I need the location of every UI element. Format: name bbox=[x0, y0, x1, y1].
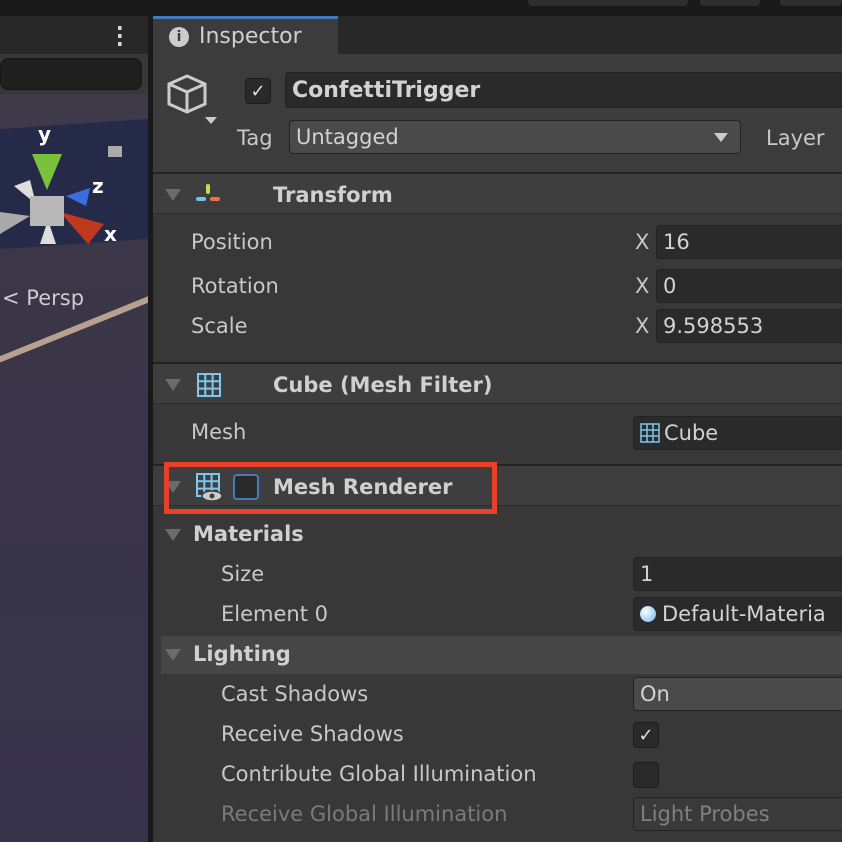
collapse-triangle-icon[interactable] bbox=[165, 189, 181, 201]
inspector-panel: i Inspector ✓ ConfettiTrigger Tag Untagg… bbox=[153, 16, 842, 842]
receive-gi-label: Receive Global Illumination bbox=[221, 802, 508, 826]
element-0-field[interactable]: Default-Materia bbox=[633, 597, 842, 631]
transform-icon bbox=[196, 184, 220, 201]
neg-z-cone bbox=[0, 212, 30, 234]
materials-title: Materials bbox=[193, 522, 304, 546]
contribute-gi-checkbox[interactable] bbox=[633, 762, 659, 788]
element-0-value: Default-Materia bbox=[662, 602, 826, 626]
collapse-triangle-icon[interactable] bbox=[165, 529, 181, 541]
gizmo-cube bbox=[30, 196, 64, 226]
collapse-triangle-icon[interactable] bbox=[165, 649, 181, 661]
mesh-grid-icon bbox=[640, 423, 660, 443]
position-x-field[interactable]: 16 bbox=[656, 225, 842, 259]
info-icon: i bbox=[169, 26, 189, 47]
contribute-gi-label: Contribute Global Illumination bbox=[221, 762, 537, 786]
object-name-field[interactable]: ConfettiTrigger bbox=[285, 72, 842, 108]
tag-label: Tag bbox=[237, 126, 273, 150]
tag-dropdown[interactable]: Untagged bbox=[289, 120, 741, 154]
mesh-filter-header[interactable]: Cube (Mesh Filter) bbox=[153, 362, 842, 404]
x-axis-cone bbox=[60, 212, 104, 244]
active-checkbox[interactable]: ✓ bbox=[245, 78, 271, 104]
position-label: Position bbox=[191, 230, 273, 254]
scene-search-field[interactable] bbox=[0, 58, 142, 90]
y-axis-label: y bbox=[38, 122, 52, 146]
persp-toggle[interactable]: < Persp bbox=[2, 286, 84, 310]
toolbar-button[interactable] bbox=[700, 0, 760, 6]
cast-shadows-dropdown[interactable]: On bbox=[633, 677, 842, 711]
mesh-label: Mesh bbox=[191, 420, 247, 444]
lock-icon bbox=[108, 146, 122, 157]
highlight-box bbox=[164, 462, 497, 514]
lighting-foldout[interactable]: Lighting bbox=[161, 636, 842, 674]
more-menu-icon[interactable]: · · · bbox=[116, 18, 124, 54]
position-x-label[interactable]: X bbox=[635, 230, 649, 254]
mesh-grid-icon bbox=[197, 373, 221, 397]
receive-gi-dropdown: Light Probes bbox=[633, 797, 842, 831]
element-0-label: Element 0 bbox=[221, 602, 328, 626]
rotation-label: Rotation bbox=[191, 274, 279, 298]
x-axis-label: x bbox=[104, 222, 117, 246]
scene-gizmo[interactable] bbox=[0, 94, 148, 274]
chevron-down-icon bbox=[714, 132, 728, 142]
scale-x-label[interactable]: X bbox=[635, 314, 649, 338]
size-label: Size bbox=[221, 562, 265, 586]
transform-header[interactable]: Transform bbox=[153, 172, 842, 214]
mesh-object-field[interactable]: Cube bbox=[633, 416, 842, 450]
mesh-filter-title: Cube (Mesh Filter) bbox=[273, 373, 493, 397]
transform-title: Transform bbox=[273, 183, 393, 207]
size-field[interactable]: 1 bbox=[633, 557, 842, 591]
tab-inspector[interactable]: i Inspector bbox=[153, 16, 338, 54]
mesh-value: Cube bbox=[664, 421, 719, 445]
persp-label: Persp bbox=[26, 286, 85, 310]
scale-label: Scale bbox=[191, 314, 248, 338]
receive-shadows-label: Receive Shadows bbox=[221, 722, 404, 746]
toolbar-button[interactable] bbox=[780, 0, 842, 6]
toolbar-button[interactable] bbox=[528, 0, 688, 6]
material-sphere-icon bbox=[640, 606, 656, 622]
layer-label: Layer bbox=[766, 126, 825, 150]
scene-viewport[interactable]: y z x < Persp bbox=[0, 94, 148, 842]
materials-foldout[interactable]: Materials bbox=[161, 516, 842, 554]
z-axis-label: z bbox=[92, 174, 104, 198]
tab-label: Inspector bbox=[199, 24, 302, 49]
y-axis-cone bbox=[32, 154, 62, 190]
receive-shadows-checkbox[interactable]: ✓ bbox=[633, 722, 659, 748]
tag-value: Untagged bbox=[296, 125, 399, 149]
scene-tab-bar bbox=[0, 16, 148, 54]
lighting-title: Lighting bbox=[193, 642, 291, 666]
rotation-x-label[interactable]: X bbox=[635, 274, 649, 298]
cast-shadows-label: Cast Shadows bbox=[221, 682, 369, 706]
scale-x-field[interactable]: 9.598553 bbox=[656, 309, 842, 343]
gameobject-cube-icon[interactable] bbox=[165, 72, 221, 128]
collapse-triangle-icon[interactable] bbox=[165, 379, 181, 391]
z-axis-cone bbox=[66, 188, 90, 206]
scene-view[interactable]: · · · y z x < Persp bbox=[0, 16, 148, 842]
rotation-x-field[interactable]: 0 bbox=[656, 269, 842, 303]
